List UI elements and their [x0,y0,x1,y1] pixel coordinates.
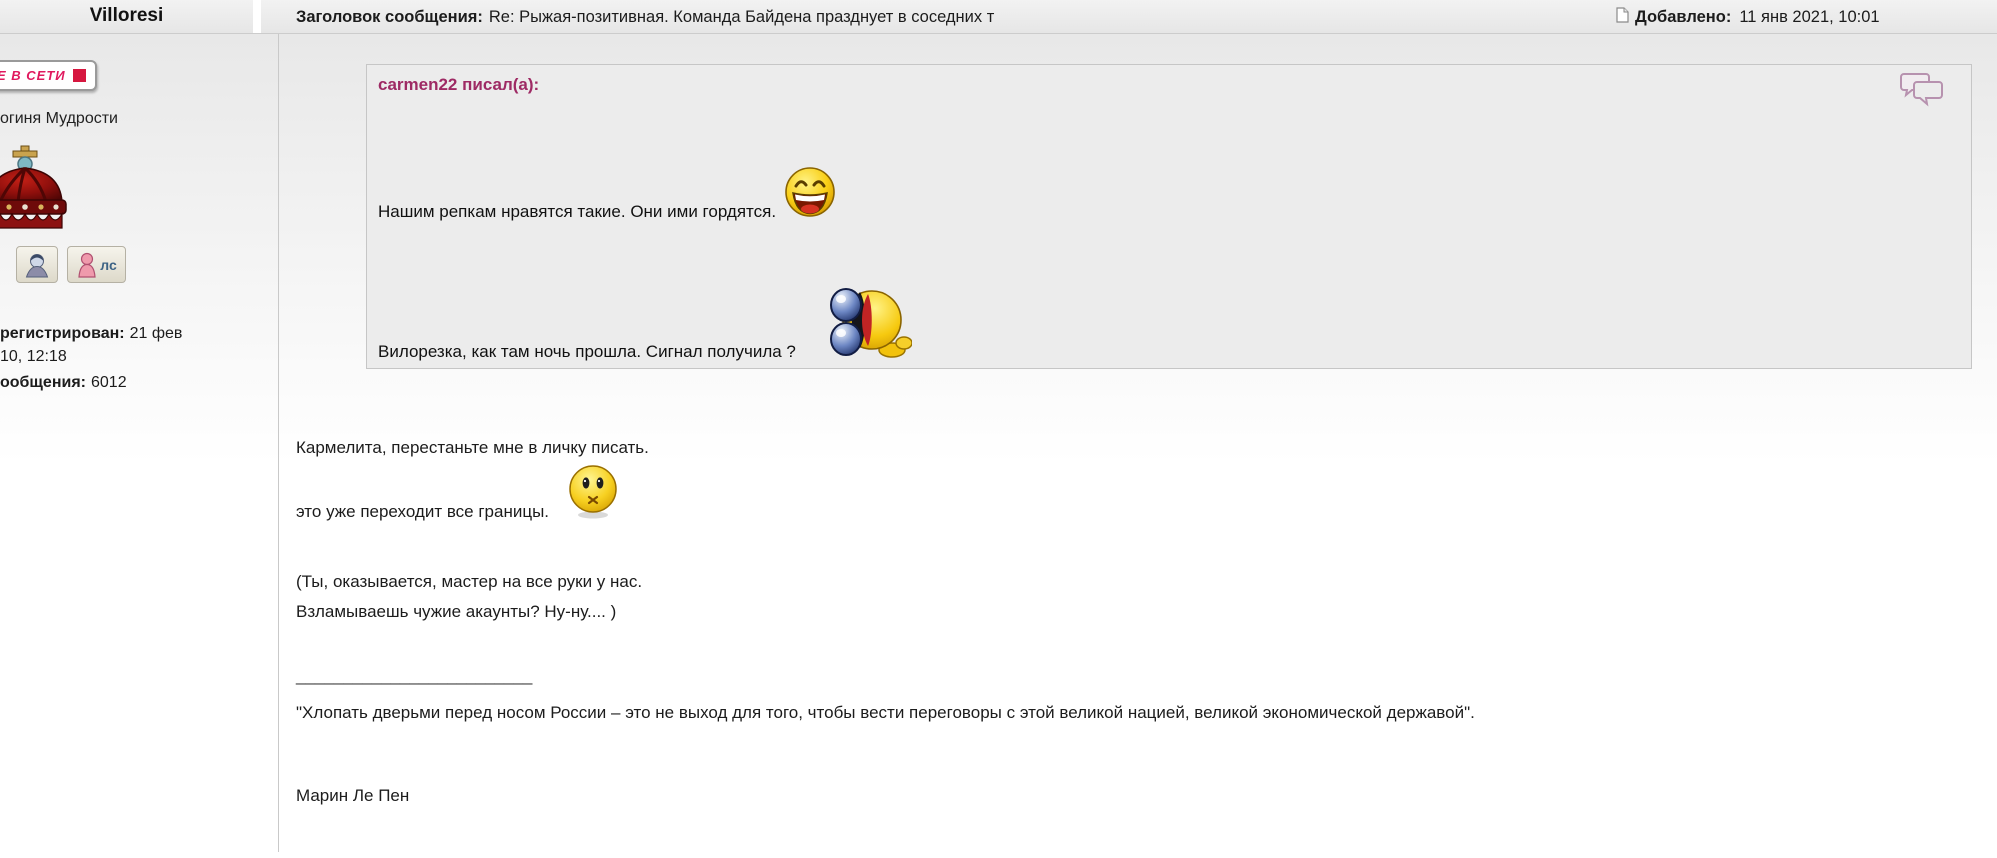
laughing-emoji [784,166,836,223]
online-status-square [73,69,86,82]
binoculars-emoji [808,286,912,363]
signature-author: Марин Ле Пен [296,786,409,806]
crown-avatar [0,144,68,232]
posts-value: 6012 [91,374,127,391]
quote-line-1-text: Нашим репкам нравятся такие. Они ими гор… [378,202,776,222]
pm-person-icon [76,252,98,278]
post-line-2: это уже переходит все границы. [296,467,621,525]
posts-label: ообщения: [0,374,86,391]
signature-divider: _________________________ [296,666,532,686]
avatar [0,144,68,232]
secret-emoji [565,462,621,525]
quote-box: carmen22 писал(а): Нашим репкам нравятся… [366,64,1972,369]
online-status-badge[interactable]: Е В СЕТИ [0,60,97,91]
quote-line-1: Нашим репкам нравятся такие. Они ими гор… [378,169,836,223]
signature-quote: "Хлопать дверьми перед носом России – эт… [296,698,1988,727]
post-line-2-text: это уже переходит все границы. [296,502,549,522]
header-bottom-border [0,33,1997,34]
profile-person-icon [24,252,50,278]
posted-label: Добавлено: [1635,8,1731,27]
status-label: Е В СЕТИ [0,68,66,83]
page-icon [1616,7,1629,28]
posted-value: 11 янв 2021, 10:01 [1739,8,1879,27]
joined-info: регистрирован:21 фев 10, 12:18 [0,322,206,368]
quote-line-2-text: Вилорезка, как там ночь прошла. Сигнал п… [378,342,796,362]
quote-bubbles-icon[interactable] [1899,71,1945,112]
profile-button[interactable] [16,246,58,283]
quote-line-2: Вилорезка, как там ночь прошла. Сигнал п… [378,287,912,363]
post-line-4: Взламываешь чужие акаунты? Ну-ну.... ) [296,602,616,622]
joined-label: регистрирован: [0,325,125,342]
subject-line: Заголовок сообщения: Re: Рыжая-позитивная… [296,8,994,27]
post-line-1: Кармелита, перестаньте мне в личку писат… [296,438,649,458]
posts-info: ообщения: 6012 [0,374,127,392]
forum-post-view: Villoresi Заголовок сообщения: Re: Рыжая-… [0,0,1997,858]
user-rank: огиня Мудрости [0,110,118,128]
subject-label: Заголовок сообщения: [296,8,483,26]
subject-text: Re: Рыжая-позитивная. Команда Байдена пр… [489,8,994,26]
column-divider [278,34,279,852]
post-line-3: (Ты, оказывается, мастер на все руки у н… [296,572,642,592]
poster-username[interactable]: Villoresi [0,5,253,27]
pm-button[interactable]: лс [67,246,126,283]
posted-line: Добавлено: 11 янв 2021, 10:01 [1616,7,1880,28]
quote-attribution[interactable]: carmen22 писал(а): [378,75,539,95]
pm-label: лс [100,257,117,273]
